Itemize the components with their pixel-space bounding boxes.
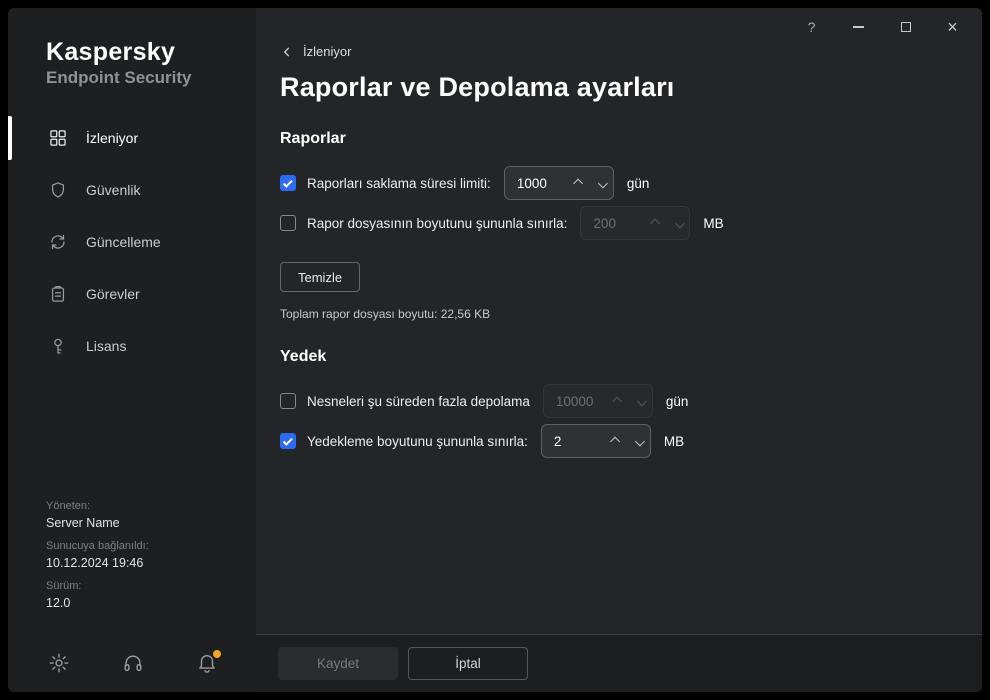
spinner-down-button[interactable] bbox=[630, 385, 652, 417]
unit-label: gün bbox=[666, 394, 689, 409]
report-retention-label[interactable]: Raporları saklama süresi limiti: bbox=[307, 176, 491, 191]
shield-icon bbox=[48, 180, 68, 200]
sidebar-nav: İzleniyor Güvenlik Güncelleme bbox=[8, 112, 256, 372]
minimize-icon bbox=[853, 26, 864, 28]
maximize-button[interactable] bbox=[882, 10, 929, 44]
minimize-button[interactable] bbox=[835, 10, 882, 44]
gear-icon bbox=[48, 652, 70, 674]
save-button[interactable]: Kaydet bbox=[278, 647, 398, 680]
sidebar-item-label: Güvenlik bbox=[86, 182, 140, 198]
backup-retention-days-spinner[interactable]: 10000 bbox=[543, 384, 653, 418]
cancel-button[interactable]: İptal bbox=[408, 647, 528, 680]
chevron-down-icon bbox=[637, 396, 647, 406]
update-refresh-icon bbox=[48, 232, 68, 252]
backup-size-limit-spinner[interactable]: 2 bbox=[541, 424, 651, 458]
close-icon: × bbox=[947, 18, 958, 36]
sidebar-info: Yöneten: Server Name Sunucuya bağlanıldı… bbox=[8, 490, 256, 616]
app-window: ? × Kaspersky Endpoint Security bbox=[8, 8, 982, 692]
report-size-limit-spinner[interactable]: 200 bbox=[580, 206, 690, 240]
spinner-value[interactable]: 2 bbox=[542, 434, 606, 449]
sidebar-item-guvenlik[interactable]: Güvenlik bbox=[8, 164, 256, 216]
version-label: Sürüm: bbox=[46, 580, 256, 592]
sidebar-item-label: Güncelleme bbox=[86, 234, 161, 250]
spinner-up-button[interactable] bbox=[606, 425, 628, 457]
sidebar-item-gorevler[interactable]: Görevler bbox=[8, 268, 256, 320]
help-icon: ? bbox=[808, 19, 816, 35]
chevron-down-icon bbox=[598, 178, 608, 188]
headset-icon bbox=[122, 652, 144, 674]
breadcrumb-label: İzleniyor bbox=[303, 44, 351, 59]
backup-retention-checkbox[interactable] bbox=[280, 393, 296, 409]
page-title: Raporlar ve Depolama ayarları bbox=[280, 72, 982, 103]
sidebar-footer-icons bbox=[8, 634, 256, 692]
spinner-up-button[interactable] bbox=[645, 207, 667, 239]
spinner-down-button[interactable] bbox=[667, 207, 689, 239]
spinner-value[interactable]: 10000 bbox=[544, 394, 608, 409]
unit-label: MB bbox=[664, 434, 684, 449]
brand-logo: Kaspersky Endpoint Security bbox=[8, 8, 256, 88]
footer-action-bar: Kaydet İptal bbox=[256, 634, 982, 692]
brand-product: Endpoint Security bbox=[46, 68, 256, 88]
report-retention-row: Raporları saklama süresi limiti: 1000 gü… bbox=[280, 166, 982, 200]
monitoring-grid-icon bbox=[48, 128, 68, 148]
clear-reports-button[interactable]: Temizle bbox=[280, 262, 360, 292]
section-heading-backup: Yedek bbox=[280, 348, 982, 366]
main-panel: İzleniyor Raporlar ve Depolama ayarları … bbox=[256, 8, 982, 692]
version-value: 12.0 bbox=[46, 596, 256, 610]
chevron-down-icon bbox=[635, 436, 645, 446]
spinner-up-button[interactable] bbox=[569, 167, 591, 199]
window-controls: ? × bbox=[788, 10, 976, 44]
chevron-down-icon bbox=[675, 218, 685, 228]
sidebar-item-label: Görevler bbox=[86, 286, 140, 302]
backup-size-limit-checkbox[interactable] bbox=[280, 433, 296, 449]
unit-label: gün bbox=[627, 176, 650, 191]
settings-button[interactable] bbox=[48, 652, 70, 674]
section-heading-reports: Raporlar bbox=[280, 130, 982, 148]
sidebar-item-guncelleme[interactable]: Güncelleme bbox=[8, 216, 256, 268]
check-icon bbox=[282, 177, 292, 187]
backup-retention-label[interactable]: Nesneleri şu süreden fazla depolama bbox=[307, 394, 530, 409]
brand-name: Kaspersky bbox=[46, 38, 256, 67]
close-button[interactable]: × bbox=[929, 10, 976, 44]
notification-dot bbox=[213, 650, 221, 658]
chevron-up-icon bbox=[573, 178, 583, 188]
sidebar-item-lisans[interactable]: Lisans bbox=[8, 320, 256, 372]
sidebar-item-izleniyor[interactable]: İzleniyor bbox=[8, 112, 256, 164]
help-button[interactable]: ? bbox=[788, 10, 835, 44]
check-icon bbox=[282, 435, 292, 445]
sidebar: Kaspersky Endpoint Security İzleniyor bbox=[8, 8, 256, 692]
breadcrumb-back-link[interactable]: İzleniyor bbox=[280, 44, 351, 59]
support-button[interactable] bbox=[122, 652, 144, 674]
total-report-size-note: Toplam rapor dosyası boyutu: 22,56 KB bbox=[280, 307, 982, 321]
managed-by-label: Yöneten: bbox=[46, 500, 256, 512]
chevron-up-icon bbox=[613, 396, 623, 406]
spinner-down-button[interactable] bbox=[628, 425, 650, 457]
tasks-clipboard-icon bbox=[48, 284, 68, 304]
sidebar-item-label: İzleniyor bbox=[86, 130, 138, 146]
spinner-value[interactable]: 200 bbox=[581, 216, 645, 231]
report-size-limit-row: Rapor dosyasının boyutunu şununla sınırl… bbox=[280, 206, 982, 240]
spinner-down-button[interactable] bbox=[591, 167, 613, 199]
chevron-left-icon bbox=[280, 45, 294, 59]
report-size-limit-checkbox[interactable] bbox=[280, 215, 296, 231]
connected-value: 10.12.2024 19:46 bbox=[46, 556, 256, 570]
notifications-button[interactable] bbox=[196, 652, 218, 674]
unit-label: MB bbox=[703, 216, 723, 231]
license-key-icon bbox=[48, 336, 68, 356]
connected-label: Sunucuya bağlanıldı: bbox=[46, 540, 256, 552]
report-retention-days-spinner[interactable]: 1000 bbox=[504, 166, 614, 200]
spinner-value[interactable]: 1000 bbox=[505, 176, 569, 191]
report-size-limit-label[interactable]: Rapor dosyasının boyutunu şununla sınırl… bbox=[307, 216, 567, 231]
backup-retention-row: Nesneleri şu süreden fazla depolama 1000… bbox=[280, 384, 982, 418]
sidebar-item-label: Lisans bbox=[86, 338, 126, 354]
chevron-up-icon bbox=[650, 218, 660, 228]
report-retention-checkbox[interactable] bbox=[280, 175, 296, 191]
managed-by-value: Server Name bbox=[46, 516, 256, 530]
chevron-up-icon bbox=[611, 436, 621, 446]
backup-size-limit-row: Yedekleme boyutunu şununla sınırla: 2 MB bbox=[280, 424, 982, 458]
backup-size-limit-label[interactable]: Yedekleme boyutunu şununla sınırla: bbox=[307, 434, 528, 449]
spinner-up-button[interactable] bbox=[608, 385, 630, 417]
maximize-icon bbox=[901, 22, 911, 32]
